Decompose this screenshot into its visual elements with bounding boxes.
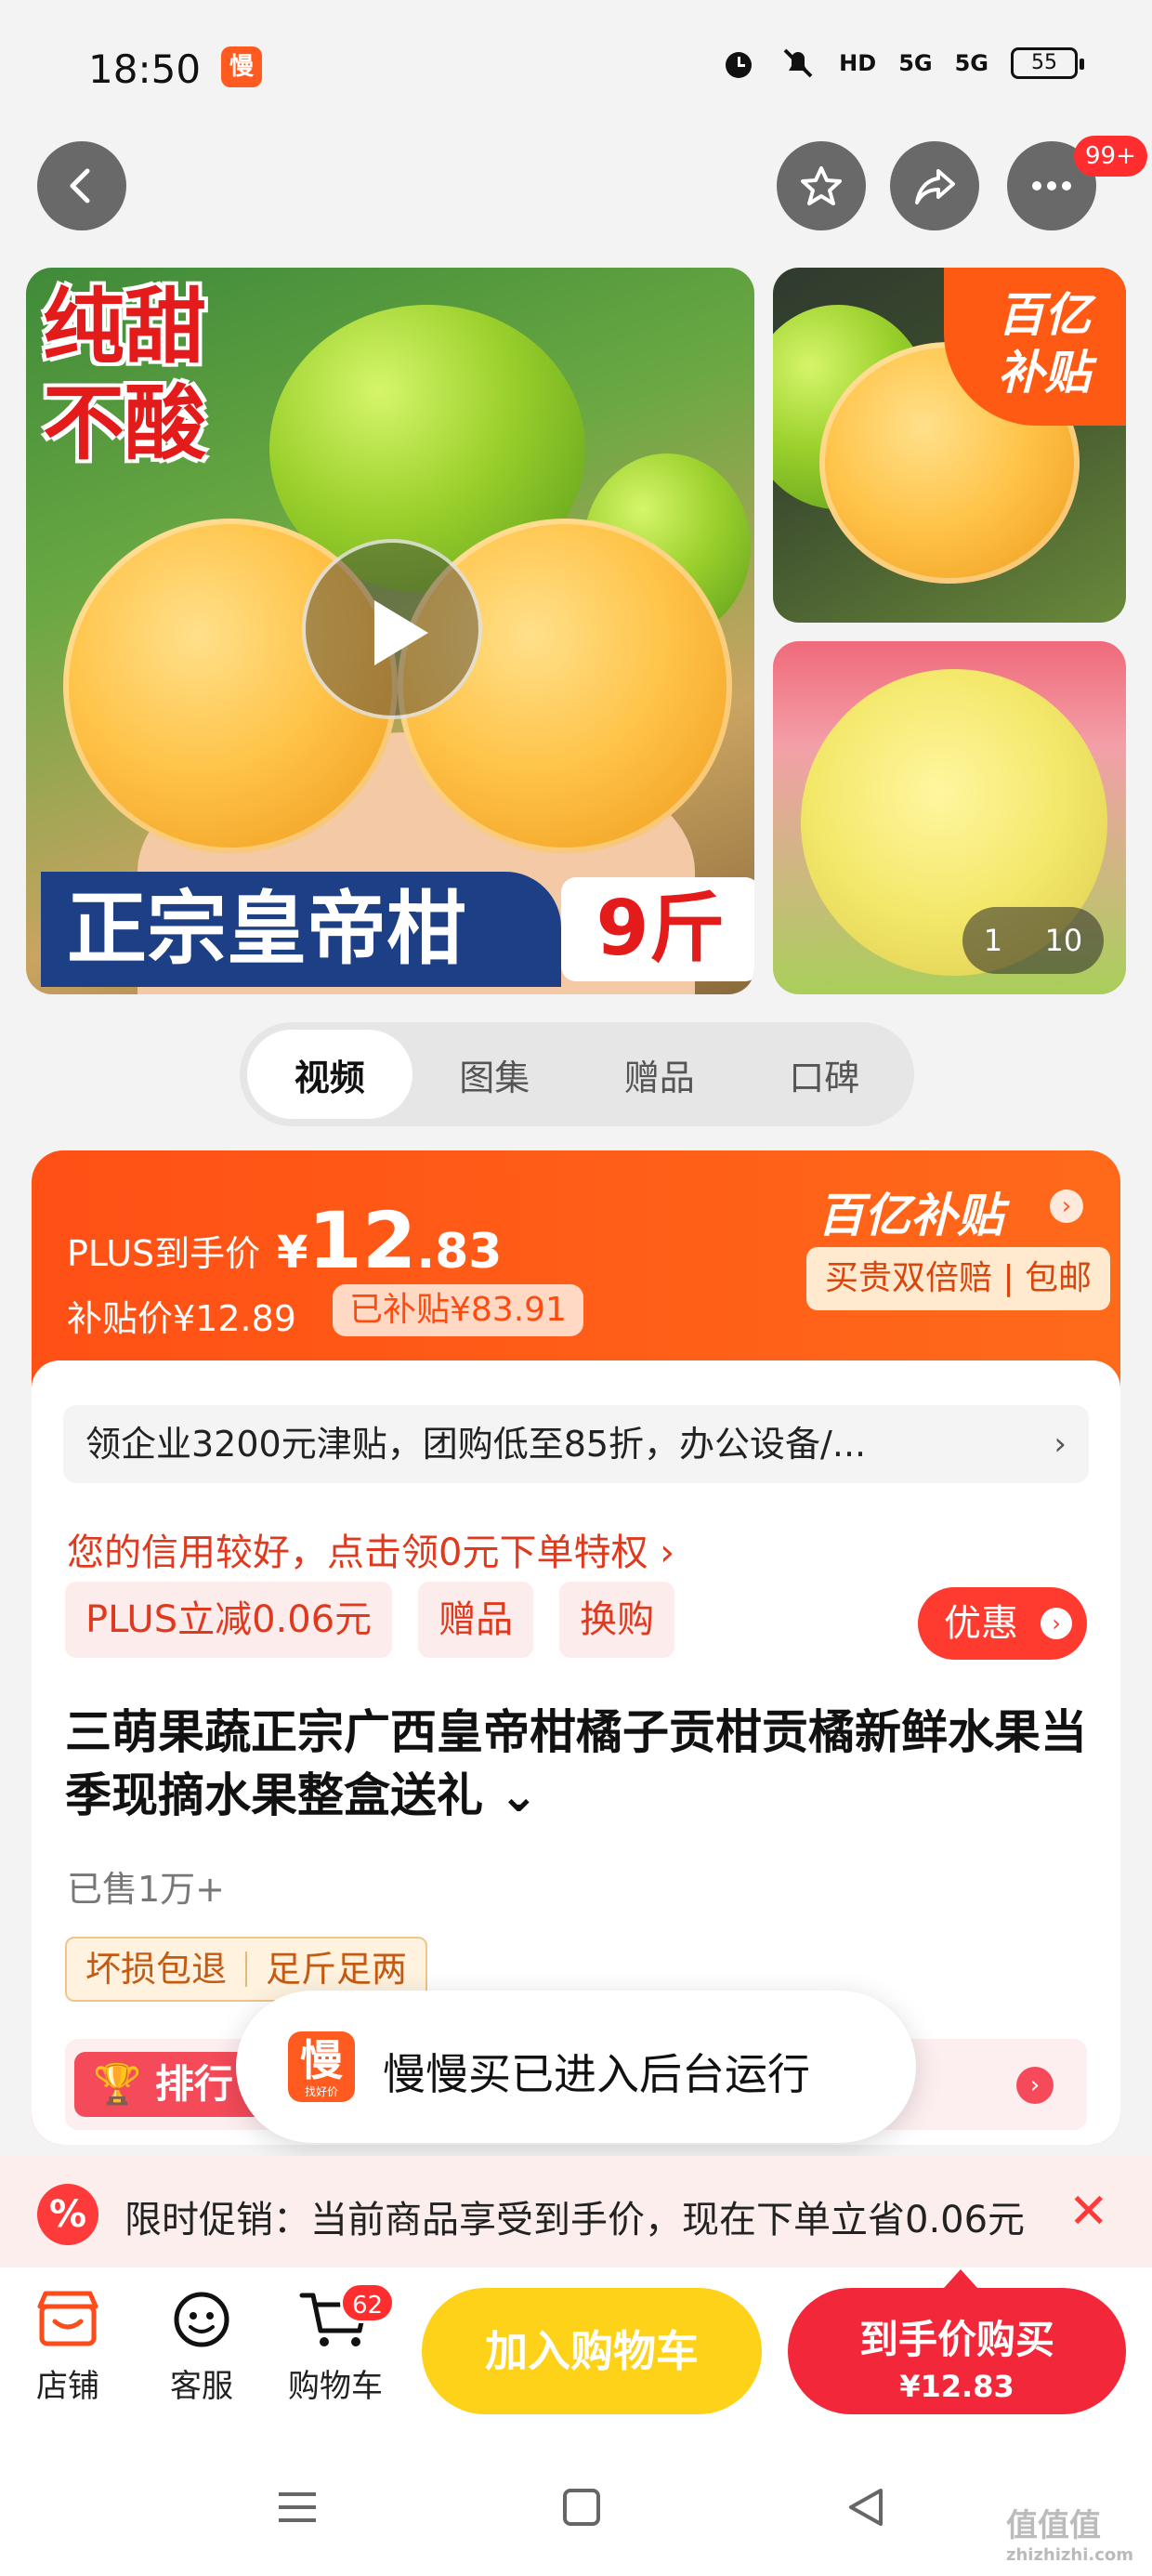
- buy-tooltip-arrow: [944, 2269, 977, 2288]
- chat-face-icon: [174, 2292, 229, 2347]
- menu-icon[interactable]: [275, 2485, 320, 2530]
- back-triangle-icon[interactable]: [844, 2485, 888, 2530]
- play-icon: [374, 600, 428, 665]
- discount-percent-icon: %: [37, 2184, 98, 2245]
- chevron-right-icon: ›: [1054, 1426, 1067, 1463]
- buy-now-price: ¥12.83: [899, 2369, 1015, 2404]
- more-dots-icon: [1032, 181, 1071, 191]
- tab-reviews[interactable]: 口碑: [742, 1030, 908, 1119]
- add-to-cart-button[interactable]: 加入购物车: [422, 2288, 762, 2414]
- plus-price-label: PLUS到手价: [67, 1233, 261, 1274]
- discount-button-label: 优惠: [944, 1602, 1018, 1645]
- sold-count: 已售1万+: [67, 1869, 226, 1910]
- watermark-sub: zhizhizhi.com: [1005, 2545, 1133, 2565]
- close-icon[interactable]: ✕: [1068, 2184, 1109, 2240]
- product-title[interactable]: 三萌果蔬正宗广西皇帝柑橘子贡柑贡橘新鲜水果当季现摘水果整盒送礼 ⌄: [65, 1701, 1087, 1827]
- tab-gifts[interactable]: 赠品: [577, 1030, 742, 1119]
- message-count-badge: 99+: [1074, 136, 1147, 177]
- buy-now-button[interactable]: 到手价购买 ¥12.83: [788, 2288, 1126, 2414]
- share-button[interactable]: [890, 141, 979, 230]
- buy-now-label: 到手价购买: [858, 2317, 1054, 2362]
- home-square-icon[interactable]: [559, 2485, 604, 2530]
- subsidy-guarantee-tags: 买贵双倍赔 | 包邮: [806, 1247, 1111, 1310]
- subsidy-badge-text: 百亿 补贴: [998, 288, 1091, 400]
- toast-message: 慢慢买已进入后台运行: [383, 2049, 810, 2099]
- tab-gallery[interactable]: 图集: [412, 1030, 578, 1119]
- toast-icon-sub: 找好价: [304, 2085, 338, 2098]
- media-tabs: 视频 图集 赠品 口碑: [240, 1022, 914, 1126]
- watermark-main: 值值值: [1005, 2507, 1101, 2544]
- price-decimal: .83: [416, 1224, 503, 1280]
- favorite-button[interactable]: [777, 141, 866, 230]
- back-button[interactable]: [37, 141, 126, 230]
- chevron-right-icon[interactable]: ›: [1050, 1189, 1083, 1223]
- subsidy-price: 补贴价¥12.89: [67, 1298, 296, 1339]
- manmanmai-app-icon: 慢: [221, 46, 262, 87]
- manmanmai-logo-icon: 慢 找好价: [288, 2031, 355, 2102]
- price-integer: 12: [308, 1195, 417, 1286]
- site-watermark: 值值值 zhizhizhi.com: [1006, 2500, 1133, 2565]
- final-price: ¥12.83: [277, 1195, 502, 1286]
- enterprise-offer-text: 领企业3200元津贴，团购低至85折，办公设备/...: [85, 1424, 867, 1465]
- chevron-left-icon: [70, 168, 90, 204]
- gallery-thumbnail-1[interactable]: 百亿 补贴: [773, 268, 1126, 623]
- shop-label: 店铺: [36, 2368, 99, 2405]
- signal-2-icon: 5G: [954, 50, 988, 76]
- system-navigation-bar: [0, 2453, 1152, 2576]
- gallery-counter-current: 1: [983, 923, 1003, 958]
- battery-icon: 55: [1011, 47, 1084, 79]
- tag-plus-discount[interactable]: PLUS立减0.06元: [65, 1582, 393, 1658]
- toast-icon-char: 慢: [300, 2035, 343, 2085]
- share-arrow-icon: [915, 169, 955, 204]
- service-label: 客服: [170, 2368, 233, 2405]
- ranking-label: 排行: [154, 2061, 233, 2107]
- play-button[interactable]: [302, 539, 482, 719]
- status-bar: 18:50 慢 HD 5G 5G 55: [0, 0, 1152, 139]
- enterprise-offer[interactable]: 领企业3200元津贴，团购低至85折，办公设备/... ›: [63, 1405, 1089, 1483]
- mute-bell-icon: [783, 48, 813, 78]
- promo-tags: PLUS立减0.06元 赠品 换购: [65, 1582, 675, 1658]
- billion-subsidy-title[interactable]: 百亿补贴: [818, 1178, 1003, 1245]
- trophy-icon: 🏆: [93, 2061, 142, 2107]
- discount-button[interactable]: 优惠 ›: [918, 1587, 1087, 1660]
- credit-privilege-link[interactable]: 您的信用较好，点击领0元下单特权 ›: [67, 1522, 674, 1576]
- shop-icon: [37, 2291, 98, 2346]
- promo-text: 限时促销：当前商品享受到手价，现在下单立省0.06元: [124, 2199, 1026, 2241]
- signal-1-icon: 5G: [898, 50, 933, 76]
- guarantee-damage-refund: 坏损包退: [85, 1949, 228, 1990]
- banner-product-name: 正宗皇帝柑: [41, 872, 561, 987]
- chevron-right-icon: ›: [1016, 2067, 1054, 2104]
- shop-button[interactable]: 店铺: [7, 2290, 128, 2406]
- gallery-counter-total: 10: [1044, 923, 1083, 958]
- gallery-counter: 1 10: [962, 907, 1104, 974]
- customer-service-button[interactable]: 客服: [141, 2290, 262, 2406]
- subsidy-amount-badge: 已补贴¥83.91: [333, 1284, 583, 1336]
- tab-video[interactable]: 视频: [247, 1030, 412, 1119]
- product-banner: 正宗皇帝柑 9斤: [41, 872, 754, 987]
- tag-gift[interactable]: 赠品: [418, 1582, 534, 1658]
- background-running-toast: 慢 找好价 慢慢买已进入后台运行: [236, 1991, 916, 2143]
- cart-count-badge: 62: [340, 2282, 396, 2323]
- cart-label: 购物车: [288, 2368, 383, 2405]
- status-icons: HD 5G 5G 55: [720, 45, 1084, 82]
- star-icon: [801, 166, 842, 205]
- chevron-right-icon: ›: [1041, 1608, 1072, 1639]
- alarm-icon: [726, 52, 753, 78]
- price-currency: ¥: [277, 1227, 308, 1279]
- limited-promo-bar[interactable]: % 限时促销：当前商品享受到手价，现在下单立省0.06元 ✕: [0, 2156, 1152, 2267]
- tag-exchange[interactable]: 换购: [559, 1582, 675, 1658]
- banner-weight: 9斤: [561, 877, 754, 981]
- status-time: 18:50: [88, 46, 202, 92]
- promo-headline: 纯甜 不酸: [43, 279, 207, 471]
- hd-indicator: HD: [839, 50, 877, 76]
